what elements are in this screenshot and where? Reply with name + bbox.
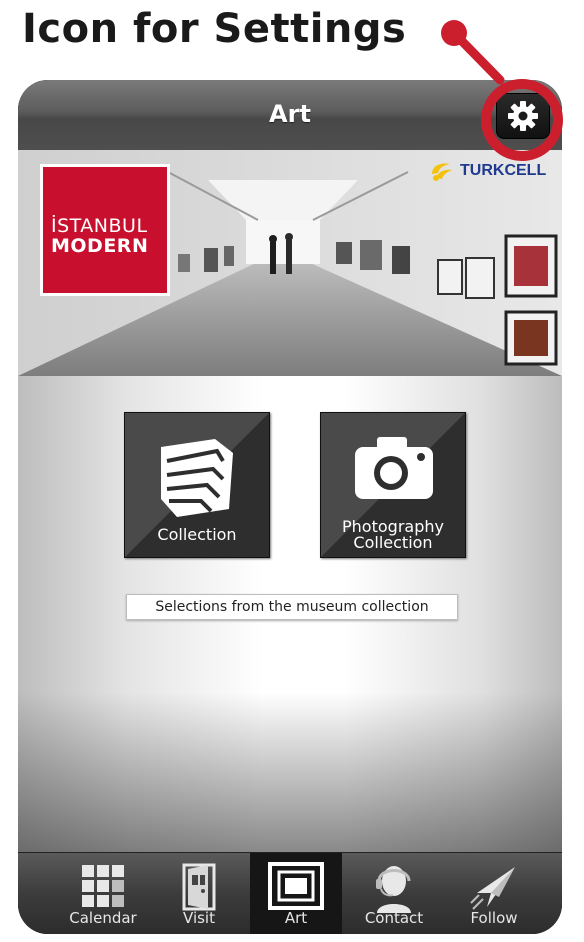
tab-bar: Calendar Visit Art Contact Follow [18,852,562,934]
door-icon [182,863,216,911]
calendar-grid-icon [82,865,124,907]
logo-text-line1: İSTANBUL [51,215,148,237]
tab-visit-label: Visit [183,909,215,927]
content-area: Collection Photography Collection Select… [18,376,562,852]
photography-tile-label-line2: Collection [353,533,433,552]
collection-tile[interactable]: Collection [124,412,270,558]
tab-art[interactable]: Art [250,853,342,934]
turkcell-logo-icon [432,163,452,181]
headset-person-icon [376,866,411,913]
collection-tile-label: Collection [157,525,237,544]
tab-calendar[interactable]: Calendar [58,853,148,934]
frame-icon [268,862,324,910]
tab-contact-label: Contact [364,909,424,927]
tab-calendar-label: Calendar [69,909,137,927]
sponsor-name: TURKCELL [460,162,547,179]
content-shading [18,692,562,852]
camera-icon [355,437,433,499]
navigation-bar: Art [18,80,562,151]
tab-follow-label: Follow [470,909,518,927]
tab-visit[interactable]: Visit [156,853,242,934]
settings-button[interactable] [496,93,550,139]
photography-collection-tile[interactable]: Photography Collection [320,412,466,558]
tab-contact[interactable]: Contact [348,853,440,934]
tab-follow[interactable]: Follow [446,853,542,934]
istanbul-modern-logo: İSTANBUL MODERN [40,164,170,296]
collection-icon [161,439,233,517]
phone-frame: Art İSTANBUL MODERN TURKCELL Collection … [18,80,562,934]
logo-text-line2: MODERN [51,235,149,257]
collection-caption: Selections from the museum collection [126,594,458,620]
annotation-title: Icon for Settings [22,6,407,52]
hero-banner: İSTANBUL MODERN TURKCELL [18,150,562,376]
gear-icon [508,101,538,131]
sponsor-logo: TURKCELL [430,160,546,182]
page-title: Art [269,100,311,128]
tab-art-label: Art [284,909,308,927]
paper-plane-icon [470,867,515,910]
